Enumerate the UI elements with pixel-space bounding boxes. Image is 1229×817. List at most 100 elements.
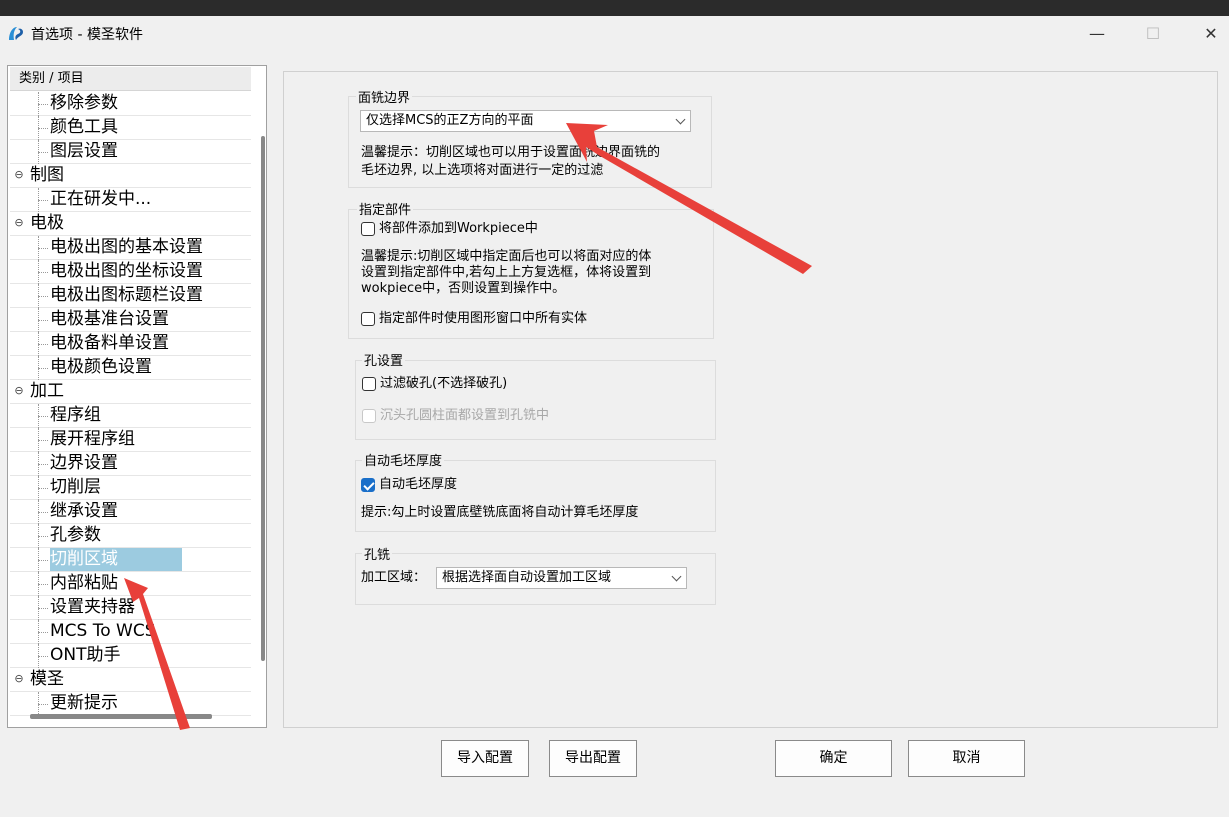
tree-row-label: 孔参数	[50, 525, 101, 545]
tree-row-label: 电极出图的坐标设置	[50, 261, 203, 281]
tree-rows: 移除参数颜色工具图层设置 ⊖ 制图正在研发中... ⊖ 电极电极出图的基本设置 电极出图的…	[10, 92, 251, 716]
face-mill-boundary-combo[interactable]: 仅选择MCS的正Z方向的平面	[360, 110, 691, 132]
tree-vertical-scrollbar[interactable]	[261, 136, 265, 661]
tree-row[interactable]: 边界设置	[10, 452, 251, 476]
chevron-down-icon	[671, 571, 682, 582]
tree-row-label: 边界设置	[50, 453, 118, 473]
machining-area-combo[interactable]: 根据选择面自动设置加工区域	[436, 567, 687, 589]
tree-row[interactable]: 电极颜色设置	[10, 356, 251, 380]
tree-row-label: 移除参数	[50, 93, 118, 113]
import-config-button[interactable]: 导入配置	[441, 740, 529, 777]
tree-row[interactable]: 移除参数	[10, 92, 251, 116]
use-all-bodies-label: 指定部件时使用图形窗口中所有实体	[379, 311, 588, 326]
tree-row[interactable]: 设置夹持器	[10, 596, 251, 620]
cancel-button[interactable]: 取消	[908, 740, 1025, 777]
face-mill-hint-line2: 毛坯边界, 以上选项将对面进行一定的过滤	[361, 163, 604, 178]
tree-row[interactable]: MCS To WCS	[10, 620, 251, 644]
tree-row-label: 设置夹持器	[50, 597, 135, 617]
use-all-bodies-checkbox[interactable]	[361, 312, 375, 326]
machining-area-label: 加工区域：	[361, 570, 427, 585]
tree-row-label: 展开程序组	[50, 429, 135, 449]
app-logo-icon	[9, 27, 23, 40]
auto-blank-label: 自动毛坯厚度	[379, 477, 458, 492]
tree-row[interactable]: 孔参数	[10, 524, 251, 548]
tree-row-label: ONT助手	[50, 645, 121, 665]
tree-row-label: 电极备料单设置	[50, 333, 169, 353]
tree-row-label: 加工	[30, 381, 64, 401]
tree-row[interactable]: 电极基准台设置	[10, 308, 251, 332]
tree-row[interactable]: ⊖ 模圣	[10, 668, 251, 692]
filter-broken-holes-label: 过滤破孔(不选择破孔)	[380, 376, 508, 391]
collapse-icon[interactable]: ⊖	[14, 217, 24, 228]
face-mill-boundary-combo-value: 仅选择MCS的正Z方向的平面	[366, 113, 534, 128]
auto-blank-checkbox[interactable]	[361, 478, 375, 492]
tree-row[interactable]: ⊖ 制图	[10, 164, 251, 188]
tree-row[interactable]: 图层设置	[10, 140, 251, 164]
group-title-assign-part: 指定部件	[357, 199, 414, 218]
minimize-button[interactable]: —	[1077, 22, 1117, 46]
close-button[interactable]: ✕	[1191, 22, 1229, 46]
group-hole-settings	[355, 360, 716, 440]
group-title-hole-mill: 孔铣	[362, 544, 393, 563]
settings-panel: 面铣边界 仅选择MCS的正Z方向的平面 温馨提示：切削区域也可以用于设置面铣边界…	[283, 71, 1218, 728]
tree-row[interactable]: ONT助手	[10, 644, 251, 668]
window-title: 首选项 - 模圣软件	[31, 27, 143, 43]
tree-row[interactable]: 正在研发中...	[10, 188, 251, 212]
tree-row-label: 电极颜色设置	[50, 357, 152, 377]
tree-row-label: MCS To WCS	[50, 621, 156, 641]
tree-row-label: 程序组	[50, 405, 101, 425]
tree-row[interactable]: ⊖ 加工	[10, 380, 251, 404]
maximize-button[interactable]: ☐	[1133, 22, 1173, 46]
tree-row[interactable]: 电极出图的基本设置	[10, 236, 251, 260]
tree-row-label: 更新提示	[50, 693, 118, 713]
tree-row-label: 颜色工具	[50, 117, 118, 137]
filter-broken-holes-checkbox[interactable]	[362, 377, 376, 391]
auto-blank-hint: 提示:勾上时设置底壁铣底面将自动计算毛坯厚度	[361, 505, 639, 520]
tree-row-label: 正在研发中...	[50, 189, 152, 209]
window-titlebar: 首选项 - 模圣软件 — ☐ ✕	[0, 16, 1229, 50]
face-mill-hint-line1: 温馨提示：切削区域也可以用于设置面铣边界面铣的	[361, 145, 661, 160]
screen-top-bar	[0, 0, 1229, 16]
tree-row-label: 模圣	[30, 669, 64, 689]
add-to-workpiece-checkbox[interactable]	[361, 222, 375, 236]
tree-row-label: 切削层	[50, 477, 101, 497]
add-to-workpiece-label: 将部件添加到Workpiece中	[379, 221, 538, 236]
machining-area-combo-value: 根据选择面自动设置加工区域	[442, 570, 612, 585]
collapse-icon[interactable]: ⊖	[14, 169, 24, 180]
tree-row[interactable]: 颜色工具	[10, 116, 251, 140]
tree-row[interactable]: 电极出图标题栏设置	[10, 284, 251, 308]
tree-row[interactable]: 切削层	[10, 476, 251, 500]
tree-horizontal-scrollbar[interactable]	[30, 714, 212, 719]
chevron-down-icon	[675, 114, 686, 125]
tree-row-label: 电极	[30, 213, 64, 233]
tree-row-label: 切削区域	[50, 548, 182, 571]
tree-row[interactable]: 继承设置	[10, 500, 251, 524]
tree-row-label: 电极出图标题栏设置	[50, 285, 203, 305]
category-tree[interactable]: 类别 / 项目 移除参数颜色工具图层设置 ⊖ 制图正在研发中... ⊖ 电极电极出图的基…	[7, 65, 267, 728]
tree-row[interactable]: 切削区域	[10, 548, 251, 572]
export-config-button[interactable]: 导出配置	[549, 740, 637, 777]
tree-row-label: 电极出图的基本设置	[50, 237, 203, 257]
tree-row[interactable]: ⊖ 电极	[10, 212, 251, 236]
group-title-auto-blank: 自动毛坯厚度	[362, 450, 445, 469]
tree-row[interactable]: 电极出图的坐标设置	[10, 260, 251, 284]
collapse-icon[interactable]: ⊖	[14, 673, 24, 684]
group-title-face-mill-boundary: 面铣边界	[356, 87, 413, 106]
tree-row[interactable]: 内部粘贴	[10, 572, 251, 596]
counterbore-checkbox	[362, 409, 376, 423]
tree-row[interactable]: 展开程序组	[10, 428, 251, 452]
tree-row-label: 图层设置	[50, 141, 118, 161]
collapse-icon[interactable]: ⊖	[14, 385, 24, 396]
tree-row-label: 内部粘贴	[50, 573, 118, 593]
group-title-hole-settings: 孔设置	[362, 350, 406, 369]
assign-part-hint-line3: wokpiece中，否则设置到操作中。	[361, 281, 566, 296]
ok-button[interactable]: 确定	[775, 740, 892, 777]
tree-row-label: 电极基准台设置	[50, 309, 169, 329]
tree-row[interactable]: 程序组	[10, 404, 251, 428]
counterbore-label: 沉头孔圆柱面都设置到孔铣中	[380, 408, 550, 423]
tree-header: 类别 / 项目	[10, 67, 251, 91]
tree-row[interactable]: 电极备料单设置	[10, 332, 251, 356]
tree-row-label: 制图	[30, 165, 64, 185]
tree-row-label: 继承设置	[50, 501, 118, 521]
tree-row[interactable]: 更新提示	[10, 692, 251, 716]
